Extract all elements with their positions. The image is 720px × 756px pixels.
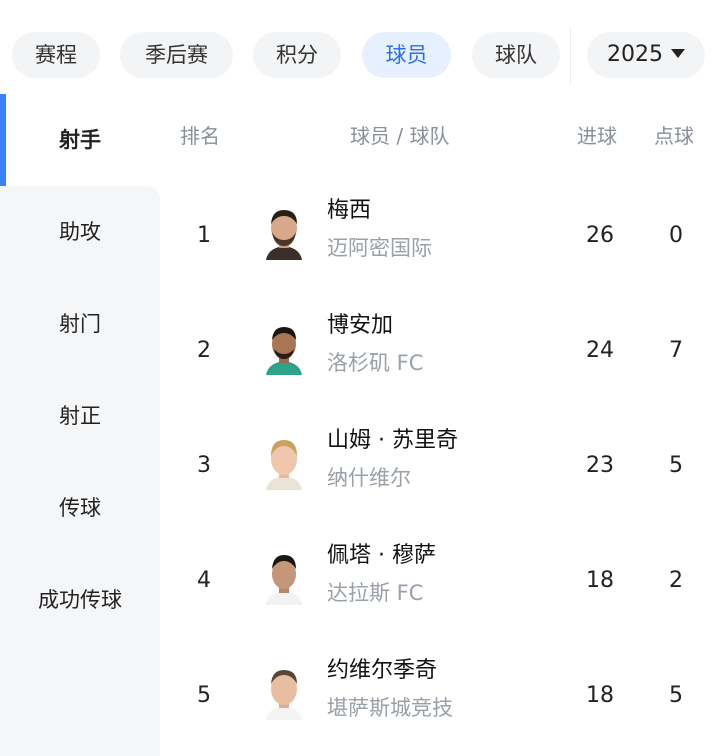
- active-indicator: [0, 94, 6, 186]
- header-player-team: 球员 / 球队: [350, 124, 450, 148]
- sidebar-item-assists[interactable]: 助攻: [0, 186, 160, 278]
- table-row[interactable]: 3 山姆 · 苏里奇 纳什维尔 23 5: [160, 412, 720, 527]
- sidebar-item-label: 射手: [59, 128, 101, 152]
- rank-cell: 4: [197, 568, 211, 593]
- tab-players[interactable]: 球员: [362, 32, 451, 78]
- team-name: 纳什维尔: [327, 466, 411, 490]
- goals-cell: 26: [586, 223, 614, 248]
- table-row[interactable]: 1 梅西 迈阿密国际 26 0: [160, 182, 720, 297]
- sidebar-item-shots[interactable]: 射门: [0, 278, 160, 370]
- player-avatar: [266, 670, 302, 720]
- sidebar-item-successful-passes[interactable]: 成功传球: [0, 554, 160, 646]
- player-avatar: [266, 327, 302, 375]
- sidebar-item-label: 射正: [59, 404, 101, 428]
- team-name: 迈阿密国际: [327, 236, 432, 260]
- sidebar-filler: [0, 646, 160, 756]
- table-row[interactable]: 4 佩塔 · 穆萨 达拉斯 FC 18 2: [160, 527, 720, 642]
- player-avatar: [266, 210, 302, 260]
- player-avatar: [266, 555, 302, 605]
- sidebar-item-label: 成功传球: [38, 588, 122, 612]
- penalties-cell: 2: [669, 568, 683, 593]
- stat-category-sidebar: 射手 助攻 射门 射正 传球 成功传球: [0, 94, 160, 756]
- goals-cell: 23: [586, 453, 614, 478]
- goals-cell: 18: [586, 683, 614, 708]
- sidebar-item-scorers[interactable]: 射手: [0, 94, 160, 186]
- tab-schedule[interactable]: 赛程: [12, 32, 100, 78]
- caret-down-icon: [671, 49, 685, 58]
- table-row[interactable]: 5 约维尔季奇 堪萨斯城竞技 18 5: [160, 642, 720, 756]
- rank-cell: 3: [197, 453, 211, 478]
- header-penalties: 点球: [654, 124, 694, 148]
- tab-standings[interactable]: 积分: [253, 32, 341, 78]
- sidebar-item-label: 射门: [59, 312, 101, 336]
- player-name: 佩塔 · 穆萨: [327, 543, 436, 568]
- year-select[interactable]: 2025: [587, 32, 705, 78]
- player-name: 约维尔季奇: [327, 658, 438, 683]
- top-tab-bar: 赛程 季后赛 积分 球员 球队 2025: [0, 0, 720, 94]
- penalties-cell: 5: [669, 683, 683, 708]
- scorer-table: 排名 球员 / 球队 进球 点球 1 梅西 迈阿密国际 26 0 2 博安加 洛…: [160, 94, 720, 756]
- rank-cell: 5: [197, 683, 211, 708]
- penalties-cell: 7: [669, 338, 683, 363]
- goals-cell: 18: [586, 568, 614, 593]
- year-select-value: 2025: [607, 42, 663, 67]
- penalties-cell: 0: [669, 223, 683, 248]
- tab-divider: [570, 28, 571, 84]
- rank-cell: 2: [197, 338, 211, 363]
- sidebar-item-shots-on-target[interactable]: 射正: [0, 370, 160, 462]
- tab-playoffs[interactable]: 季后赛: [120, 32, 233, 78]
- player-name: 博安加: [327, 313, 394, 338]
- header-goals: 进球: [577, 124, 617, 148]
- table-row[interactable]: 2 博安加 洛杉矶 FC 24 7: [160, 297, 720, 412]
- player-name: 山姆 · 苏里奇: [327, 428, 458, 453]
- sidebar-item-label: 助攻: [59, 220, 101, 244]
- penalties-cell: 5: [669, 453, 683, 478]
- tab-teams[interactable]: 球队: [472, 32, 560, 78]
- sidebar-item-passes[interactable]: 传球: [0, 462, 160, 554]
- team-name: 达拉斯 FC: [327, 581, 424, 605]
- header-rank: 排名: [180, 124, 220, 148]
- player-name: 梅西: [327, 198, 372, 223]
- player-avatar: [266, 440, 302, 490]
- team-name: 堪萨斯城竞技: [327, 696, 453, 720]
- team-name: 洛杉矶 FC: [327, 351, 424, 375]
- sidebar-item-label: 传球: [59, 496, 101, 520]
- goals-cell: 24: [586, 338, 614, 363]
- rank-cell: 1: [197, 223, 211, 248]
